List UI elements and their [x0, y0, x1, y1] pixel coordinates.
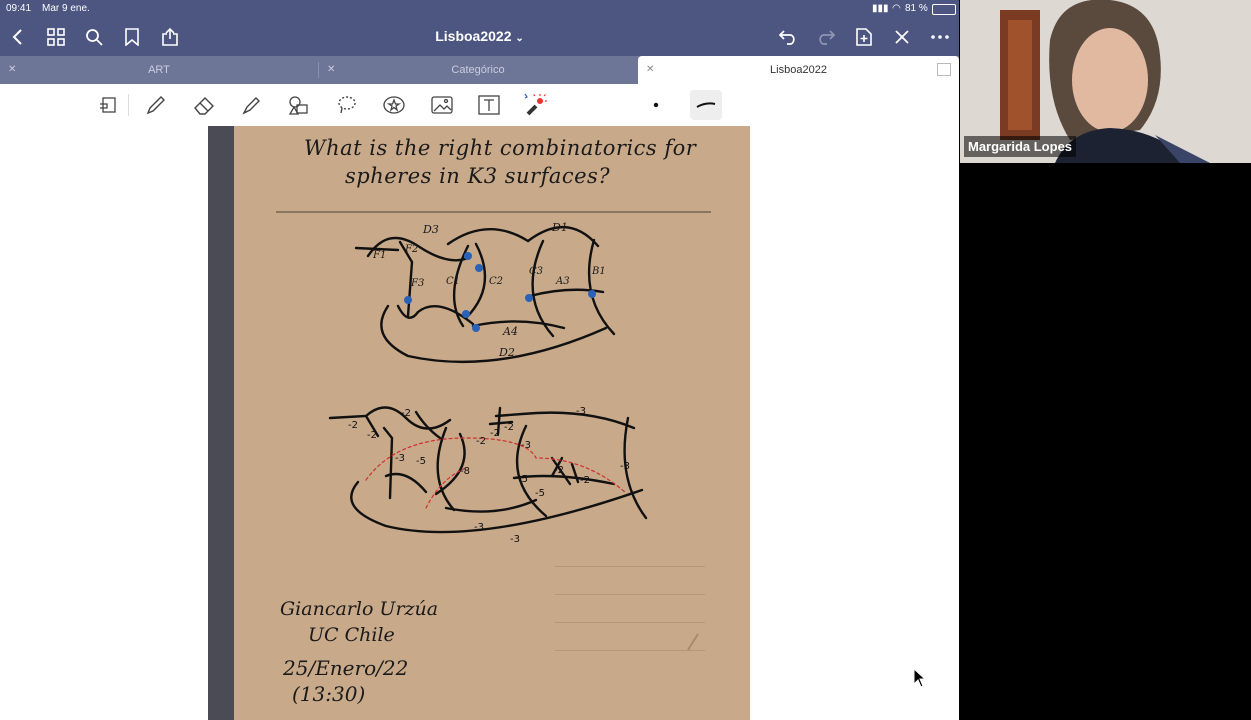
ruled-line [555, 622, 705, 623]
talk-time: (13:30) [292, 682, 366, 706]
tab-bar: ✕ ART ✕ Categórico ✕ Lisboa2022 [0, 56, 959, 84]
label-neg2: -2 [401, 408, 411, 419]
redo-icon[interactable] [814, 25, 838, 49]
participant-name: Margarida Lopes [964, 136, 1077, 157]
label-neg2: -2 [367, 430, 377, 441]
mouse-cursor-icon [913, 668, 927, 688]
label-neg2: -2 [348, 420, 358, 431]
battery-percent: 81 % [905, 3, 928, 14]
notebook-canvas[interactable]: What is the right combinatorics for sphe… [0, 126, 959, 720]
shapes-icon[interactable] [286, 92, 312, 118]
label-neg8: -8 [460, 466, 470, 477]
label-neg2: -2 [476, 436, 486, 447]
label-neg5: -5 [518, 474, 528, 485]
tab-lisboa2022[interactable]: ✕ Lisboa2022 [638, 56, 959, 84]
stroke-dot-icon[interactable] [643, 92, 669, 118]
notebook-page[interactable]: What is the right combinatorics for sphe… [208, 126, 750, 720]
stroke-width-icon[interactable] [690, 90, 722, 120]
read-mode-icon[interactable] [96, 92, 122, 118]
talk-date: 25/Enero/22 [283, 656, 409, 680]
image-icon[interactable] [429, 92, 455, 118]
more-icon[interactable] [928, 25, 952, 49]
laser-pointer-icon[interactable] [522, 92, 548, 118]
undo-icon[interactable] [776, 25, 800, 49]
ruled-line [555, 650, 705, 651]
text-tool-icon[interactable] [476, 92, 502, 118]
author-name: Giancarlo Urzúa [280, 598, 439, 620]
label-neg3: -3 [395, 453, 405, 464]
eraser-icon[interactable] [191, 92, 217, 118]
toolbar-divider [128, 94, 129, 116]
ipad-screen: 09:41 Mar 9 ene. ▮▮▮ ◠ 81 % Lisboa2022 ⌄ [0, 0, 959, 720]
label-neg3: -3 [576, 406, 586, 417]
label-neg2: -2 [580, 475, 590, 486]
status-date: Mar 9 ene. [42, 3, 90, 14]
battery-icon [932, 4, 956, 15]
ruled-line [555, 594, 705, 595]
signal-icon: ▮▮▮ [872, 3, 889, 14]
status-time: 09:41 [6, 3, 32, 14]
tab-label: Lisboa2022 [770, 64, 827, 76]
label-neg2: -2 [504, 422, 514, 433]
ruled-line [555, 566, 705, 567]
label-neg3: -3 [620, 461, 630, 472]
tab-categorico[interactable]: ✕ Categórico [319, 56, 637, 84]
wifi-icon: ◠ [892, 3, 901, 14]
author-affiliation: UC Chile [308, 624, 395, 646]
label-neg2: -2 [554, 465, 564, 476]
highlighter-icon[interactable] [239, 92, 265, 118]
pen-icon[interactable] [143, 92, 169, 118]
label-neg3: -3 [521, 440, 531, 451]
status-bar: 09:41 Mar 9 ene. ▮▮▮ ◠ 81 % [0, 0, 959, 18]
chevron-down-icon: ⌄ [515, 33, 524, 44]
sticker-icon[interactable] [381, 92, 407, 118]
label-neg5: -5 [535, 488, 545, 499]
title-bar: Lisboa2022 ⌄ [0, 18, 959, 56]
tab-label: Categórico [451, 64, 505, 76]
label-neg5: -5 [416, 456, 426, 467]
label-neg3: -3 [474, 522, 484, 533]
lasso-icon[interactable] [334, 92, 360, 118]
drawing-toolbar [0, 84, 959, 127]
tab-art[interactable]: ✕ ART [0, 56, 318, 84]
label-neg2: -2 [490, 428, 500, 439]
label-neg3: -3 [510, 534, 520, 545]
self-intersection-labels: -2 -2 -2 -2 -3 -5 -8 -2 -2 -3 -3 -5 -5 -… [208, 126, 750, 720]
close-icon[interactable] [890, 25, 914, 49]
tab-label: ART [148, 64, 170, 76]
pencil-mark-icon [687, 633, 699, 651]
add-page-icon[interactable] [852, 25, 876, 49]
document-title-text: Lisboa2022 [435, 28, 512, 44]
split-view-icon[interactable] [937, 63, 951, 76]
